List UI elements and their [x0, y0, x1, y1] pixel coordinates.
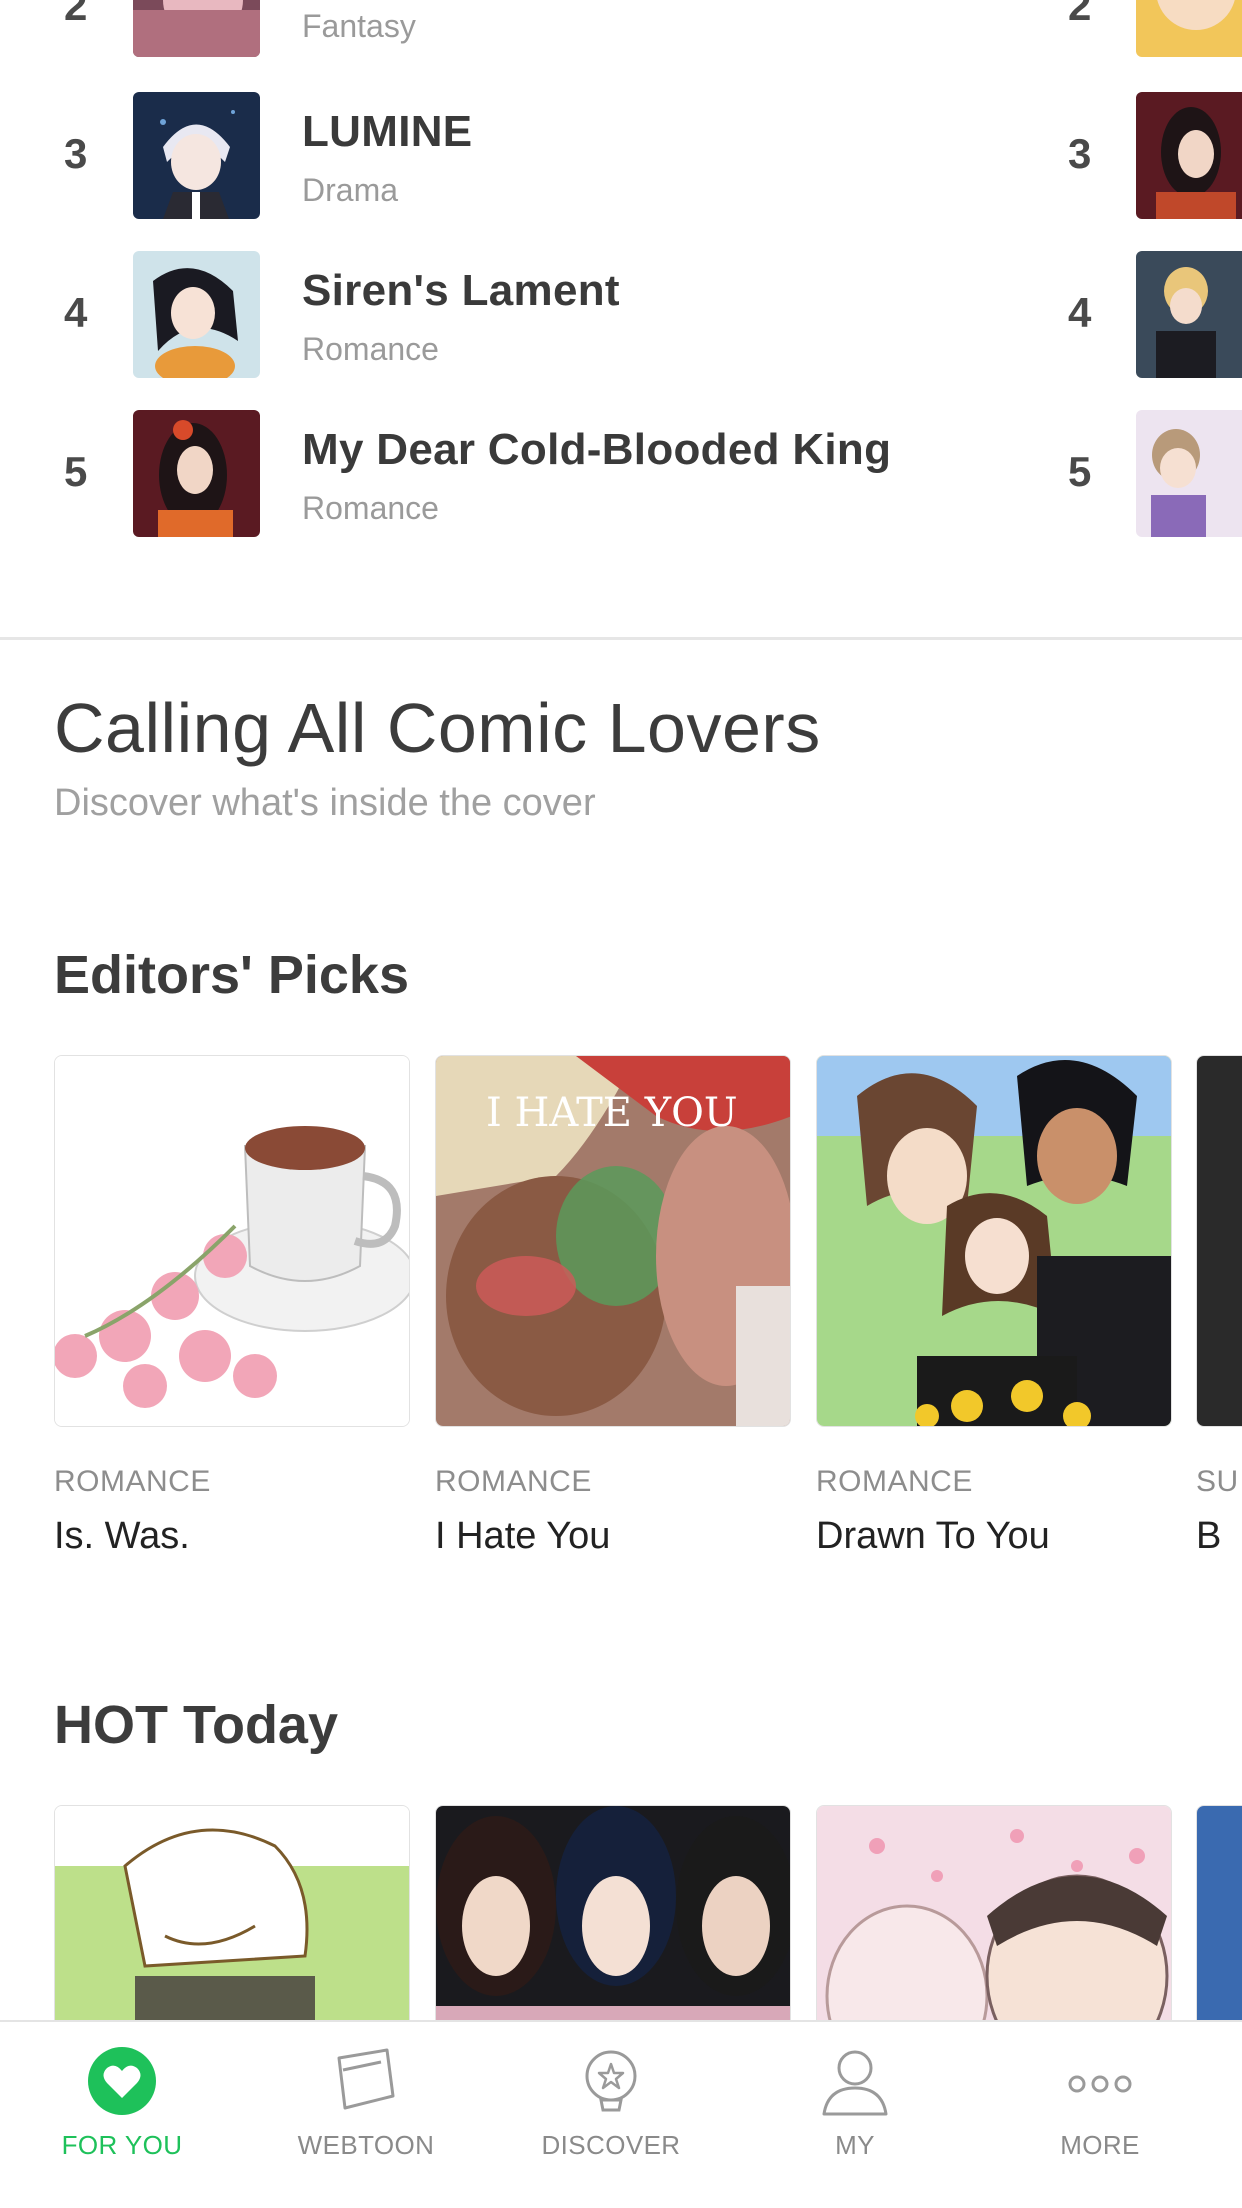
cover-image	[54, 1055, 410, 1427]
thumbnail-image-right[interactable]	[1136, 0, 1242, 57]
ranking-row-5[interactable]: 5 My Dear Cold-Blooded King Romance 5	[0, 410, 1242, 540]
card-genre: SU	[1196, 1465, 1239, 1498]
tab-label: WEBTOON	[297, 2130, 435, 2160]
rank-genre: Drama	[302, 172, 399, 208]
rank-number: 3	[64, 130, 88, 177]
cover-image	[1196, 1055, 1242, 1427]
cover-text: I HATE YOU	[486, 1090, 738, 1136]
rank-genre: Romance	[302, 331, 439, 367]
card-genre: ROMANCE	[816, 1465, 973, 1498]
rank-title: My Dear Cold-Blooded King	[302, 425, 892, 474]
cover-image	[816, 1055, 1172, 1427]
webtoon-icon	[337, 2048, 395, 2110]
editors-pick-card[interactable]: I HATE YOU ROMANCE I Hate You	[435, 1055, 791, 1558]
discover-icon	[585, 2050, 637, 2112]
editors-pick-card[interactable]: ROMANCE Drawn To You	[816, 1055, 1172, 1558]
thumbnail-image-right[interactable]	[1136, 251, 1242, 378]
cover-image: I HATE YOU	[435, 1055, 791, 1427]
thumbnail-image	[133, 92, 260, 219]
rank-number-right: 3	[1068, 130, 1092, 177]
thumbnail-image	[133, 251, 260, 378]
rank-title: Siren's Lament	[302, 266, 620, 315]
card-title: I Hate You	[435, 1515, 611, 1557]
ranking-row-4[interactable]: 4 Siren's Lament Romance 4	[0, 251, 1242, 381]
editors-pick-card[interactable]: ROMANCE Is. Was.	[54, 1055, 410, 1558]
banner-subtitle: Discover what's inside the cover	[54, 782, 596, 824]
hot-today-card[interactable]	[435, 1805, 791, 2025]
tab-for-you[interactable]: FOR YOU	[22, 2044, 222, 2161]
card-genre: ROMANCE	[54, 1465, 211, 1498]
tab-discover[interactable]: DISCOVER	[511, 2044, 711, 2161]
tab-more[interactable]: MORE	[1000, 2044, 1200, 2161]
section-divider	[0, 637, 1242, 640]
webtoon-for-you-page: 2 Fantasy 2 3 LUMINE Drama 3 4 Siren's L…	[0, 0, 1242, 2208]
hot-today-heading: HOT Today	[54, 1695, 339, 1755]
tab-label: MY	[835, 2130, 875, 2160]
rank-number-right: 5	[1068, 448, 1092, 495]
rank-number: 2	[64, 0, 88, 29]
bottom-tab-bar: FOR YOU WEBTOON DISCOVER MY MORE	[0, 2020, 1242, 2208]
hot-today-card[interactable]	[816, 1805, 1172, 2025]
tab-label: FOR YOU	[61, 2130, 183, 2160]
ranking-row-3[interactable]: 3 LUMINE Drama 3	[0, 92, 1242, 222]
rank-number-right: 4	[1068, 289, 1092, 336]
card-genre: ROMANCE	[435, 1465, 592, 1498]
rank-number: 4	[64, 289, 88, 336]
tab-webtoon[interactable]: WEBTOON	[266, 2044, 466, 2161]
rank-genre: Fantasy	[302, 8, 416, 44]
card-title: Drawn To You	[816, 1515, 1050, 1557]
hot-today-card[interactable]	[54, 1805, 410, 2025]
thumbnail-image	[133, 410, 260, 537]
editors-pick-card[interactable]: SU B	[1196, 1055, 1242, 1558]
banner-title[interactable]: Calling All Comic Lovers	[54, 688, 821, 768]
rank-number-right: 2	[1068, 0, 1092, 29]
thumbnail-image	[133, 0, 260, 57]
card-title: B	[1196, 1515, 1222, 1557]
rank-title: LUMINE	[302, 107, 473, 156]
tab-label: DISCOVER	[541, 2130, 681, 2160]
tab-my[interactable]: MY	[755, 2044, 955, 2161]
rank-number: 5	[64, 448, 88, 495]
more-icon	[1068, 2075, 1132, 2093]
thumbnail-image-right[interactable]	[1136, 410, 1242, 537]
tab-label: MORE	[1060, 2130, 1140, 2160]
hot-today-card[interactable]	[1196, 1805, 1242, 2025]
editors-picks-heading: Editors' Picks	[54, 945, 409, 1005]
user-icon	[822, 2050, 888, 2116]
ranking-row-2[interactable]: 2 Fantasy 2	[0, 0, 1242, 60]
thumbnail-image-right[interactable]	[1136, 92, 1242, 219]
rank-genre: Romance	[302, 490, 439, 526]
card-title: Is. Was.	[54, 1515, 190, 1557]
heart-icon	[88, 2047, 156, 2115]
